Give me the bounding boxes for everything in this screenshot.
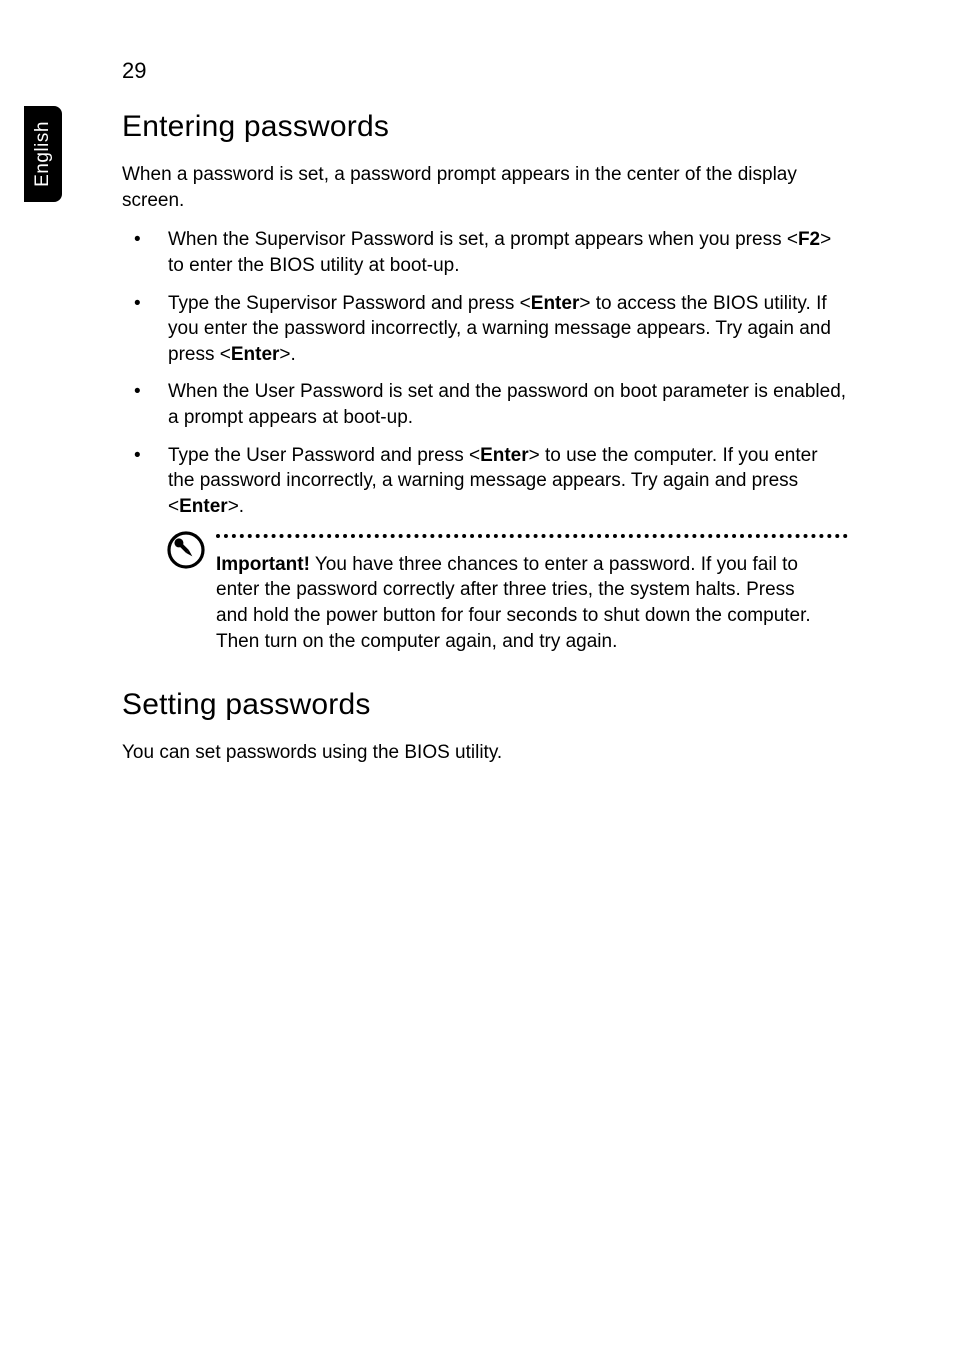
list-item: When the User Password is set and the pa…: [122, 379, 848, 430]
key-name: Enter: [179, 496, 228, 517]
text-run: When the Supervisor Password is set, a p…: [168, 229, 798, 250]
list-item: Type the Supervisor Password and press <…: [122, 291, 848, 368]
document-page: English 29 Entering passwords When a pas…: [0, 0, 954, 1369]
key-name: Enter: [531, 293, 580, 314]
text-run: Type the User Password and press <: [168, 445, 480, 466]
note-divider: [216, 534, 848, 538]
text-run: When the User Password is set and the pa…: [168, 381, 846, 428]
important-note: Important! You have three chances to ent…: [168, 534, 828, 655]
list-item: When the Supervisor Password is set, a p…: [122, 227, 848, 278]
key-name: Enter: [231, 344, 280, 365]
heading-entering-passwords: Entering passwords: [122, 110, 848, 144]
note-lead: Important!: [216, 554, 310, 575]
note-text: Important! You have three chances to ent…: [216, 552, 828, 655]
setting-intro: You can set passwords using the BIOS uti…: [122, 740, 848, 766]
intro-paragraph: When a password is set, a password promp…: [122, 162, 848, 213]
heading-setting-passwords: Setting passwords: [122, 688, 848, 722]
language-tab: English: [24, 106, 62, 202]
page-number: 29: [122, 58, 146, 84]
text-run: Type the Supervisor Password and press <: [168, 293, 531, 314]
language-label: English: [32, 121, 54, 187]
key-name: Enter: [480, 445, 529, 466]
list-item: Type the User Password and press <Enter>…: [122, 443, 848, 520]
bullet-list: When the Supervisor Password is set, a p…: [122, 227, 848, 519]
text-run: >.: [279, 344, 295, 365]
pin-icon: [166, 530, 206, 570]
text-run: >.: [228, 496, 244, 517]
page-content: Entering passwords When a password is se…: [122, 110, 848, 780]
key-name: F2: [798, 229, 820, 250]
